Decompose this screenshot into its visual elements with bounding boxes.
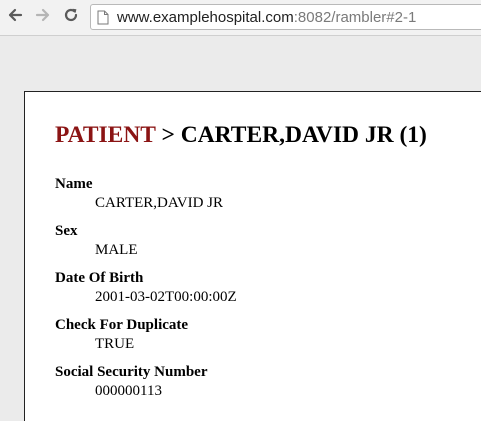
field-value: 2001-03-02T00:00:00Z: [95, 289, 237, 305]
field-social-security-number: Social Security Number 000000113: [55, 363, 475, 410]
back-button[interactable]: [4, 6, 26, 28]
url-text: www.examplehospital.com:8082/rambler#2-1: [117, 9, 416, 26]
title-separator: >: [155, 122, 181, 148]
field-label: Sex: [55, 223, 78, 239]
browser-toolbar: www.examplehospital.com:8082/rambler#2-1: [0, 0, 481, 36]
url-path: :8082/rambler#2-1: [293, 9, 417, 26]
page-viewport: PATIENT > CARTER,DAVID JR (1) Name CARTE…: [0, 36, 481, 421]
field-check-for-duplicate: Check For Duplicate TRUE: [55, 316, 475, 363]
field-name: Name CARTER,DAVID JR: [55, 175, 475, 222]
record-type: PATIENT: [55, 122, 156, 148]
field-value: CARTER,DAVID JR: [95, 195, 224, 211]
record-name: CARTER,DAVID JR (1): [180, 122, 427, 148]
field-value: MALE: [95, 242, 138, 258]
field-label: Date Of Birth: [55, 270, 144, 286]
field-label: Check For Duplicate: [55, 317, 189, 333]
address-bar[interactable]: www.examplehospital.com:8082/rambler#2-1: [90, 4, 481, 30]
forward-arrow-icon: [35, 7, 51, 28]
reload-icon: [63, 7, 79, 28]
field-list: Name CARTER,DAVID JR Sex MALE Date Of Bi…: [55, 175, 475, 410]
reload-button[interactable]: [60, 6, 82, 28]
forward-button[interactable]: [32, 6, 54, 28]
field-sex: Sex MALE: [55, 222, 475, 269]
field-value: TRUE: [95, 336, 135, 352]
record-panel: PATIENT > CARTER,DAVID JR (1) Name CARTE…: [24, 91, 481, 421]
field-label: Social Security Number: [55, 364, 208, 380]
page-icon: [97, 10, 109, 30]
page-title: PATIENT > CARTER,DAVID JR (1): [55, 122, 427, 149]
field-label: Name: [55, 176, 93, 192]
field-value: 000000113: [95, 383, 162, 399]
field-date-of-birth: Date Of Birth 2001-03-02T00:00:00Z: [55, 269, 475, 316]
url-host: www.examplehospital.com: [117, 9, 294, 26]
back-arrow-icon: [7, 7, 23, 28]
